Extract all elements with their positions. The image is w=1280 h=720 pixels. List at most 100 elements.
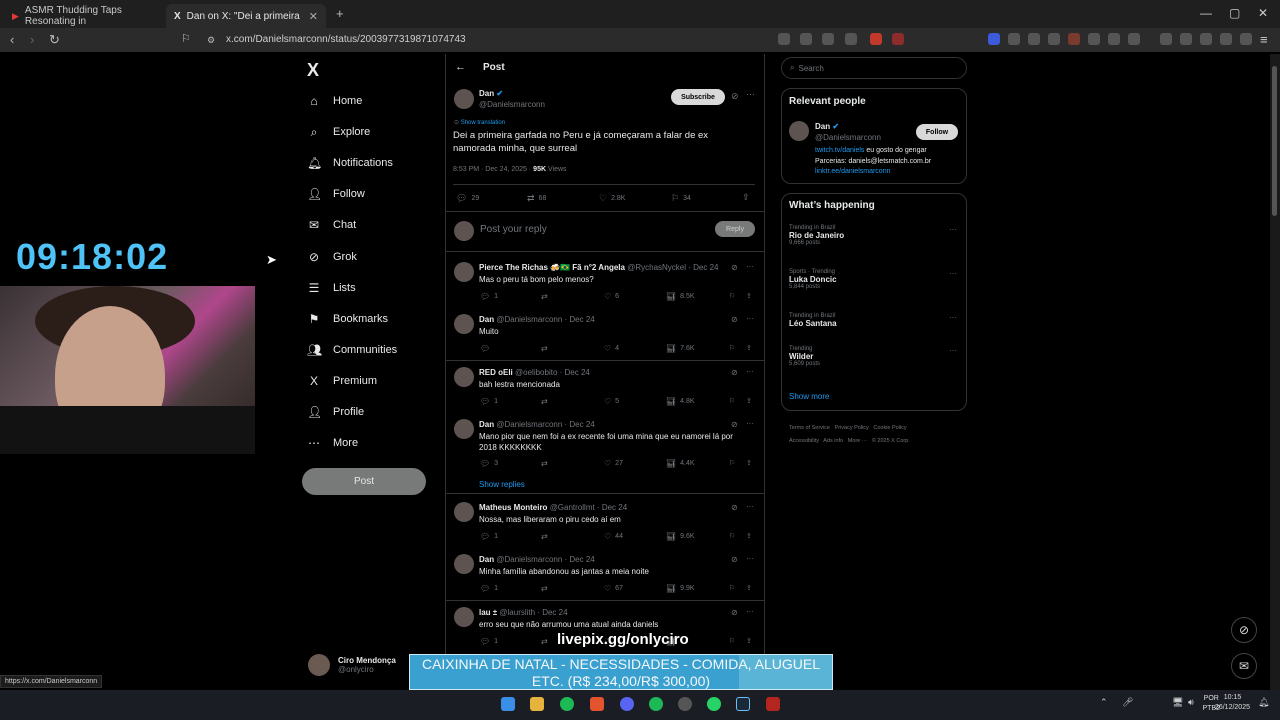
more-options-icon[interactable]: ··· (746, 419, 754, 428)
extension-icon[interactable] (1048, 33, 1060, 45)
nav-item-home[interactable]: ⌂ Home (307, 91, 362, 111)
more-options-icon[interactable]: ··· (949, 269, 957, 278)
reply-button[interactable]: Reply (715, 221, 755, 237)
reply-header[interactable]: lau ± @laurslith · Dec 24 (479, 608, 568, 617)
brave-icon[interactable] (590, 697, 604, 711)
more-options-icon[interactable]: ··· (746, 607, 754, 616)
reply-header[interactable]: Dan @Danielsmarconn · Dec 24 (479, 315, 595, 324)
reply-avatar[interactable] (454, 419, 474, 439)
leo-ai-icon[interactable] (1220, 33, 1232, 45)
trend-item[interactable]: Trending in Brazil Léo Santana ··· (789, 313, 961, 328)
bio-link[interactable]: twitch.tv/daniels (815, 147, 864, 154)
window-close-icon[interactable]: ✕ (1258, 6, 1268, 20)
person-avatar[interactable] (789, 121, 809, 141)
post-button[interactable]: Post (302, 468, 426, 495)
reply-avatar[interactable] (454, 554, 474, 574)
x-logo[interactable]: X (307, 60, 319, 81)
network-icon[interactable]: 🖥︎ (1172, 697, 1183, 708)
translate-icon[interactable] (800, 33, 812, 45)
more-options-icon[interactable]: ··· (949, 225, 957, 234)
repost-action[interactable]: ⇄ (541, 459, 552, 468)
wallet-icon[interactable] (1200, 33, 1212, 45)
zoom-icon[interactable] (822, 33, 834, 45)
like-action[interactable]: ♡ 44 (604, 532, 623, 541)
like-action[interactable]: ♡ 27 (604, 459, 623, 468)
show-translation-link[interactable]: ⊙ Show translation (454, 119, 505, 126)
repost-action[interactable]: ⇄ 68 (527, 193, 546, 204)
repost-action[interactable]: ⇄ (541, 292, 552, 301)
start-icon[interactable] (501, 697, 515, 711)
reply-action[interactable]: 💬︎ 1 (480, 637, 498, 646)
page-scrollbar[interactable] (1270, 54, 1280, 690)
site-info-icon[interactable]: ⚙ (207, 35, 215, 46)
more-options-icon[interactable]: ··· (746, 554, 754, 563)
reply-action[interactable]: 💬︎ 1 (480, 397, 498, 406)
share-icon[interactable]: ⇪ (746, 532, 752, 540)
more-options-icon[interactable]: ··· (746, 89, 755, 99)
reply-header[interactable]: Dan @Danielsmarconn · Dec 24 (479, 420, 595, 429)
like-action[interactable]: ♡ 6 (604, 292, 619, 301)
extension-icon[interactable] (1008, 33, 1020, 45)
author-name[interactable]: Dan ✔ (479, 89, 503, 98)
spotify-icon[interactable] (649, 697, 663, 711)
extension-icon[interactable] (988, 33, 1000, 45)
messages-float-icon[interactable]: ✉ (1231, 653, 1257, 679)
bookmark-icon[interactable]: ⚐ (729, 344, 735, 352)
views-action[interactable]: 📊︎ 4.4K (666, 459, 695, 468)
more-options-icon[interactable]: ··· (746, 502, 754, 511)
cast-icon[interactable] (778, 33, 790, 45)
nav-item-more[interactable]: ⋯ More (307, 433, 358, 453)
bookmark-icon[interactable]: ⚐ (729, 459, 735, 467)
reply-header[interactable]: Dan @Danielsmarconn · Dec 24 (479, 555, 595, 564)
nav-item-chat[interactable]: ✉ Chat (307, 215, 356, 235)
share-icon[interactable]: ⇪ (746, 344, 752, 352)
reply-header[interactable]: Matheus Monteiro @Gantrollmt · Dec 24 (479, 503, 627, 512)
more-options-icon[interactable]: ··· (746, 262, 754, 271)
url-field[interactable]: x.com/Danielsmarconn/status/200397731987… (226, 34, 466, 45)
bookmark-page-icon[interactable]: ⚐ (181, 32, 191, 45)
grok-icon[interactable]: ⊘ (731, 420, 738, 429)
bookmark-icon[interactable]: ⚐ (729, 584, 735, 592)
bookmark-icon[interactable]: ⚐ (729, 397, 735, 405)
nav-item-lists[interactable]: ☰ Lists (307, 278, 356, 298)
minimize-icon[interactable]: — (1200, 6, 1212, 20)
nav-item-notifications[interactable]: 🔔︎ Notifications (307, 153, 393, 173)
more-options-icon[interactable]: ··· (949, 313, 957, 322)
share-icon[interactable]: ⇪ (746, 397, 752, 405)
reply-avatar[interactable] (454, 367, 474, 387)
browser-tab-active[interactable]: X Dan on X: "Dei a primeira garfad ✕ (166, 4, 326, 28)
share-icon[interactable]: ⇪ (746, 459, 752, 467)
bio-link[interactable]: linktr.ee/danielsmarconn (815, 168, 891, 175)
file-explorer-icon[interactable] (530, 697, 544, 711)
microphone-icon[interactable]: 🎤︎ (1122, 697, 1133, 708)
share-icon[interactable]: ⇪ (746, 584, 752, 592)
account-switcher[interactable]: Ciro Mendonça @onlyciro (308, 654, 396, 676)
trend-item[interactable]: Trending in Brazil Rio de Janeiro 9,666 po… (789, 225, 961, 246)
share-icon[interactable]: ⇪ (746, 637, 752, 645)
repost-action[interactable]: ⇄ (541, 584, 552, 593)
reply-avatar[interactable] (454, 502, 474, 522)
reply-action[interactable]: 💬︎ 1 (480, 532, 498, 541)
repost-action[interactable]: ⇄ (541, 344, 552, 353)
author-avatar[interactable] (454, 89, 474, 109)
search-input[interactable]: ⌕ Search (781, 57, 967, 79)
footer-links[interactable]: Terms of Service Privacy Policy Cookie P… (789, 422, 910, 448)
trend-item[interactable]: Sports · Trending Luka Doncic 5,844 posts ·… (789, 269, 961, 290)
bookmark-icon[interactable]: ⚐ (729, 292, 735, 300)
forward-icon[interactable]: › (30, 32, 34, 47)
show-replies-link[interactable]: Show replies (479, 480, 525, 489)
extension-icon[interactable] (1128, 33, 1140, 45)
nav-item-explore[interactable]: ⌕ Explore (307, 122, 371, 142)
menu-icon[interactable]: ≡ (1260, 32, 1268, 47)
views-action[interactable]: 📊︎ 9.9K (666, 584, 695, 593)
notifications-icon[interactable]: 🔔︎ (1258, 697, 1269, 708)
antivirus-icon[interactable] (766, 697, 780, 711)
reply-action[interactable]: 💬︎ 1 (480, 584, 498, 593)
repost-action[interactable]: ⇄ (541, 637, 552, 646)
whatsapp-icon[interactable] (707, 697, 721, 711)
reply-avatar[interactable] (454, 314, 474, 334)
views-action[interactable]: 📊︎ 4.8K (666, 397, 695, 406)
reply-avatar[interactable] (454, 262, 474, 282)
new-tab-button[interactable]: + (336, 6, 344, 21)
views-action[interactable]: 📊︎ 9.6K (666, 532, 695, 541)
